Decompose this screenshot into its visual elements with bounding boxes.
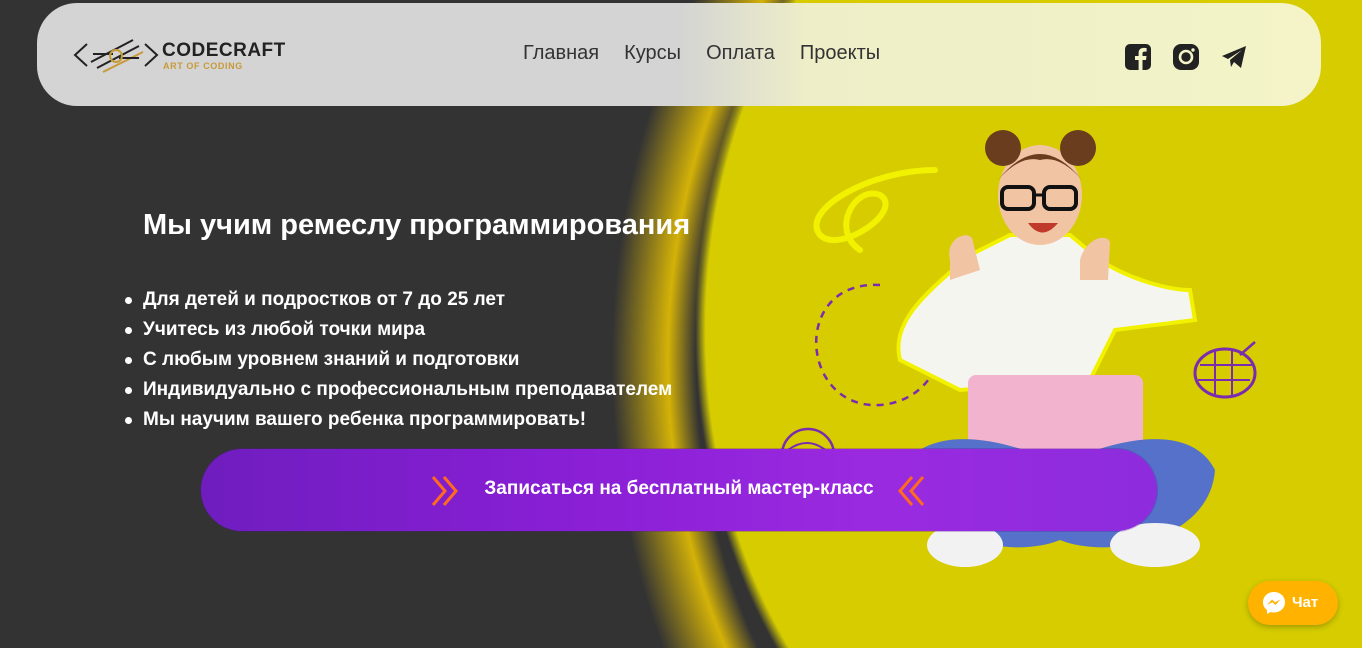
list-item: С любым уровнем знаний и подготовки xyxy=(125,347,672,377)
list-item: Учитесь из любой точки мира xyxy=(125,317,672,347)
logo-mark-icon xyxy=(73,39,159,73)
list-item: Индивидуально с профессиональным препода… xyxy=(125,377,672,407)
hero-title: Мы учим ремеслу программирования xyxy=(143,209,691,241)
chevron-left-icon xyxy=(898,476,925,506)
facebook-icon[interactable] xyxy=(1124,43,1152,71)
messenger-icon xyxy=(1263,592,1285,614)
logo-subtitle: ART OF CODING xyxy=(163,61,243,71)
signup-button-label: Записаться на бесплатный мастер-класс xyxy=(484,478,874,499)
nav-item-courses[interactable]: Курсы xyxy=(624,42,681,65)
logo-title: CODECRAFT xyxy=(162,40,286,61)
site-header: CODECRAFT ART OF CODING Главная Курсы Оп… xyxy=(37,3,1321,106)
list-item: Мы научим вашего ребенка программировать… xyxy=(125,407,672,437)
signup-masterclass-button[interactable]: Записаться на бесплатный мастер-класс xyxy=(201,449,1157,531)
chat-button[interactable]: Чат xyxy=(1248,581,1338,625)
main-nav: Главная Курсы Оплата Проекты xyxy=(523,42,880,65)
features-list: Для детей и подростков от 7 до 25 лет Уч… xyxy=(125,287,672,437)
logo[interactable]: CODECRAFT ART OF CODING xyxy=(73,32,293,78)
list-item: Для детей и подростков от 7 до 25 лет xyxy=(125,287,672,317)
nav-item-projects[interactable]: Проекты xyxy=(800,42,880,65)
social-links xyxy=(1124,43,1248,71)
nav-item-home[interactable]: Главная xyxy=(523,42,599,65)
telegram-icon[interactable] xyxy=(1220,43,1248,71)
instagram-icon[interactable] xyxy=(1172,43,1200,71)
chat-label: Чат xyxy=(1292,594,1319,611)
nav-item-payment[interactable]: Оплата xyxy=(706,42,775,65)
